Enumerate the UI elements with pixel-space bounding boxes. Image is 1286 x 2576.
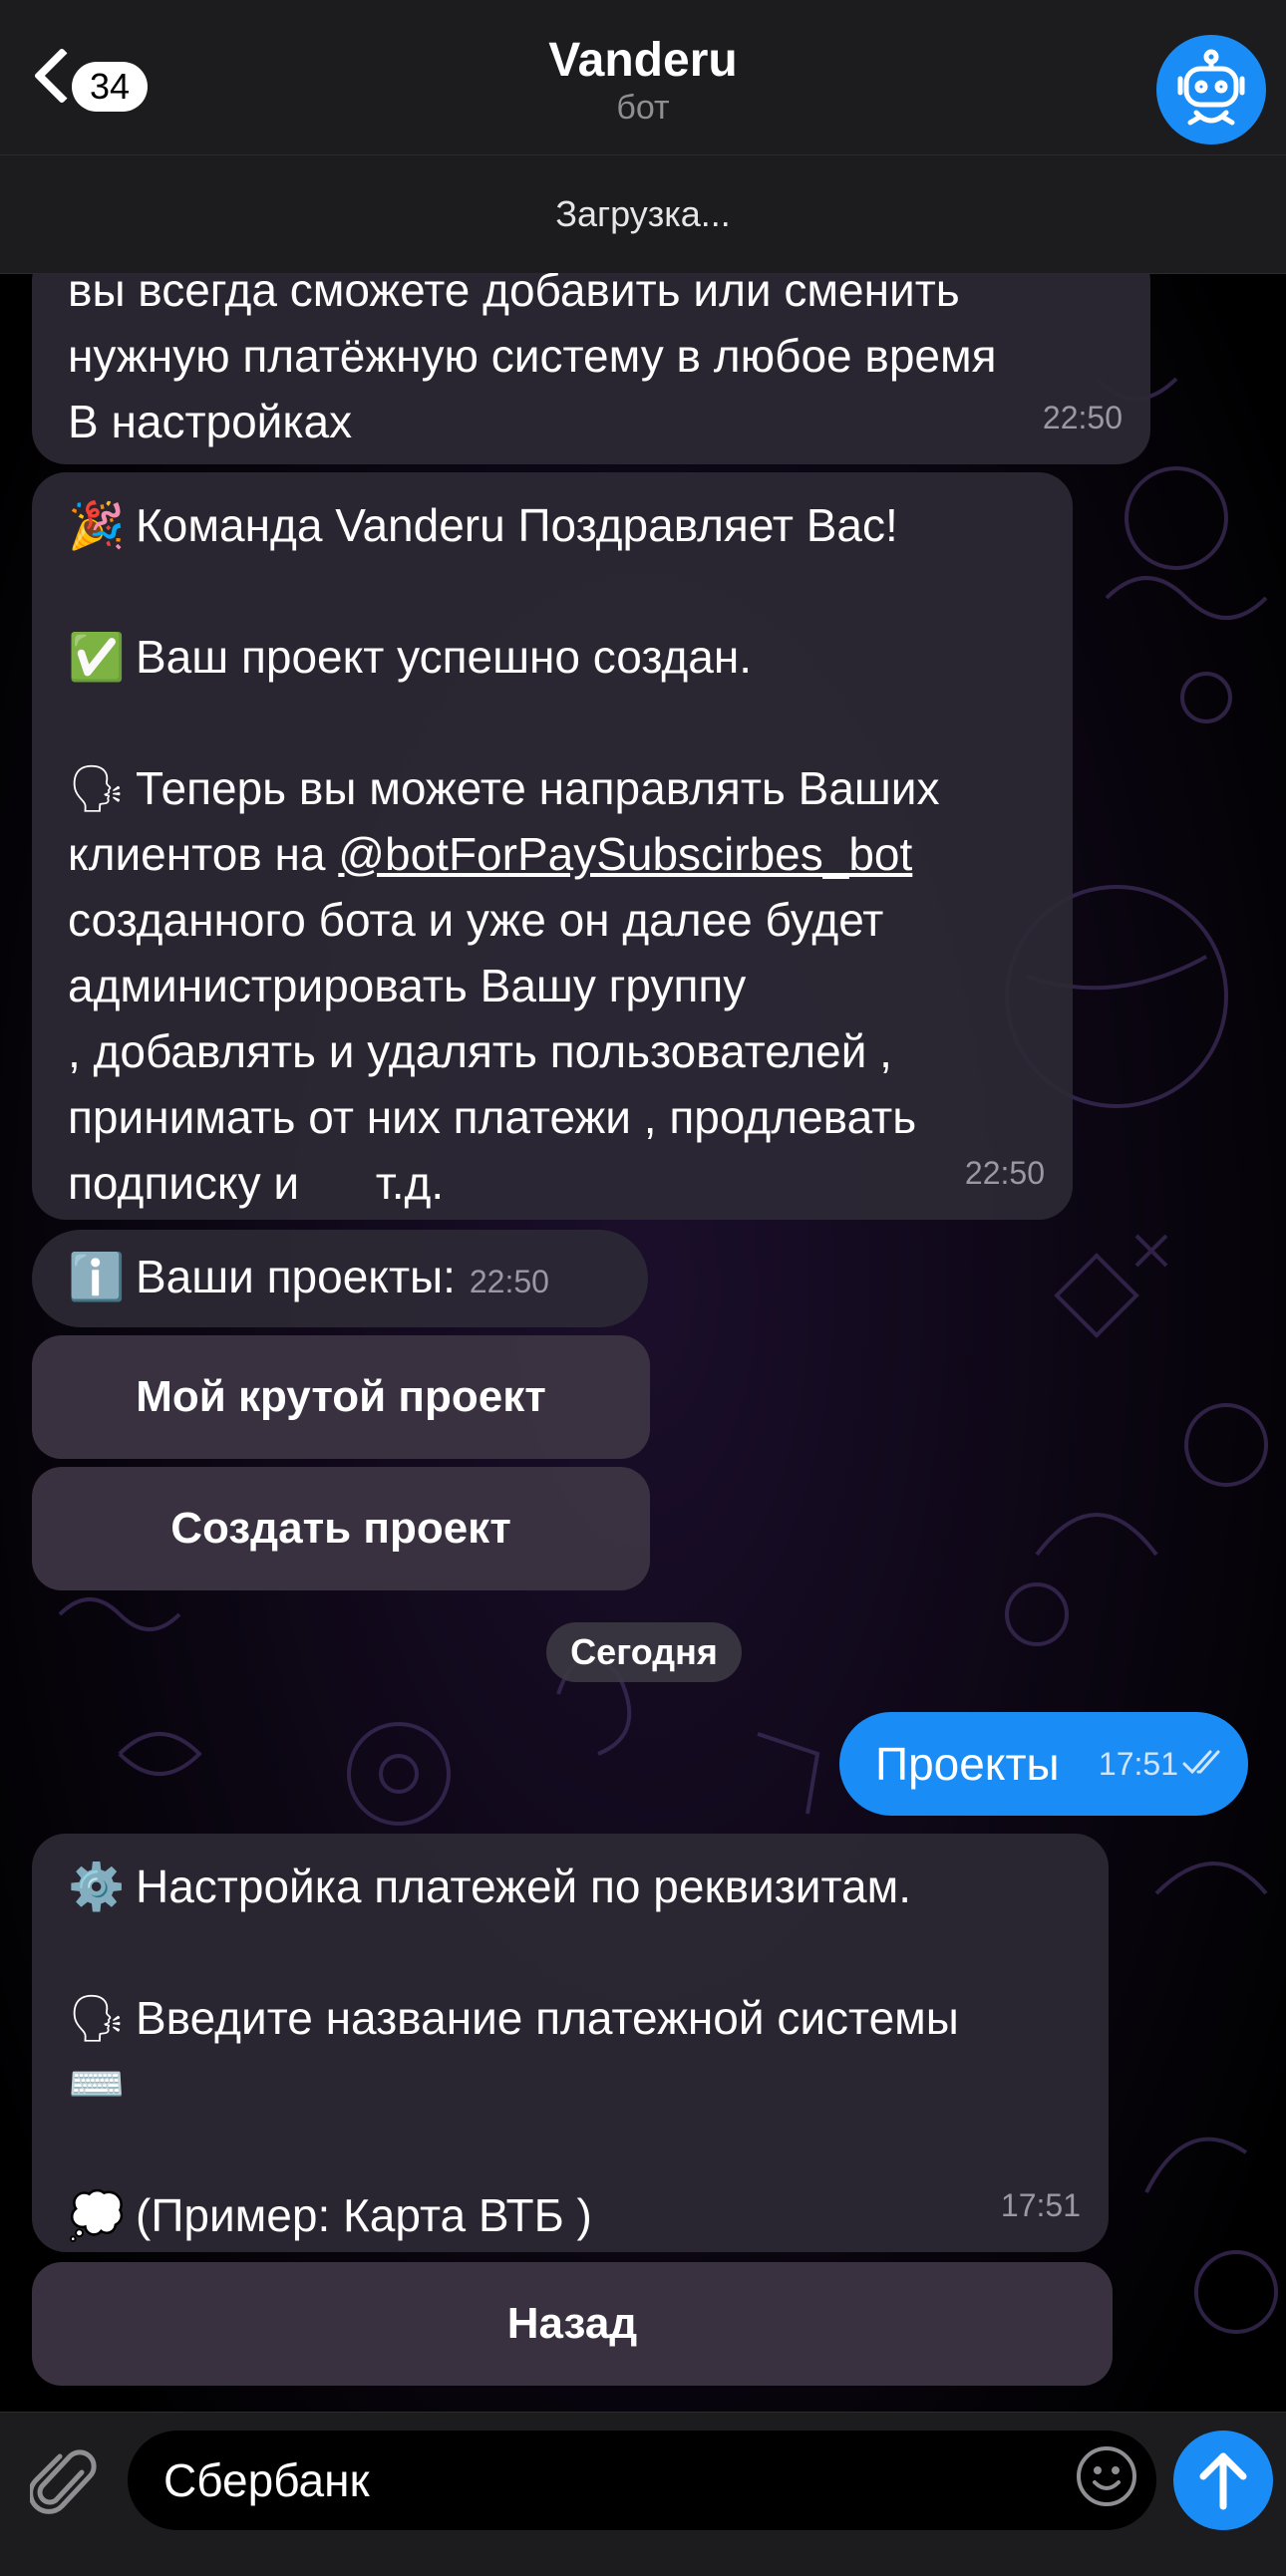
message-text: Введите название платежной системы: [136, 1992, 959, 2044]
message-text: Ваши проекты:: [136, 1251, 456, 1302]
bot-avatar[interactable]: [1156, 35, 1266, 144]
chat-subtitle: бот: [616, 89, 670, 127]
message-text: В настройках: [68, 396, 353, 447]
project-button[interactable]: Мой крутой проект: [32, 1335, 650, 1459]
message-input[interactable]: Сбербанк: [128, 2431, 1156, 2530]
message-text: клиентов на: [68, 828, 339, 880]
thought-balloon-icon: 💭: [68, 2189, 126, 2241]
message-time: 22:50: [1042, 400, 1123, 435]
message-bubble: 🎉 Команда Vanderu Поздравляет Вас! ✅ Ваш п…: [32, 472, 1073, 1220]
message-text: созданного бота и уже он далее будет: [68, 894, 884, 946]
arrow-up-icon: [1199, 2452, 1247, 2510]
message-text: Настройка платежей по реквизитам.: [136, 1860, 912, 1912]
connection-status: Загрузка...: [0, 155, 1286, 274]
message-time: 17:51: [1000, 2187, 1081, 2223]
unread-count-badge: 34: [72, 62, 149, 112]
message-input-bar: Сбербанк: [0, 2412, 1286, 2576]
message-line: ℹ️ Ваши проекты: 22:50: [68, 1244, 612, 1314]
message-text: подписку и т.д.: [68, 1157, 445, 1209]
message-text: принимать от них платежи , продлевать: [68, 1091, 917, 1143]
message-time: 17:51: [1098, 1746, 1178, 1782]
info-icon: ℹ️: [68, 1251, 126, 1302]
gear-icon: ⚙️: [68, 1860, 126, 1912]
double-check-icon: [1182, 1750, 1220, 1775]
party-popper-icon: 🎉: [68, 499, 126, 551]
message-text: , добавлять и удалять пользователей ,: [68, 1025, 892, 1077]
message-line: клиентов на @botForPaySubscirbes_bot: [68, 821, 1037, 887]
speaking-head-icon: 🗣: [68, 1992, 127, 2044]
back-inline-button[interactable]: Назад: [32, 2262, 1113, 2386]
chat-title-area[interactable]: Vanderu бот: [344, 32, 942, 128]
check-mark-icon: ✅: [68, 631, 126, 683]
bot-username-link[interactable]: @botForPaySubscirbes_bot: [338, 828, 912, 880]
send-button[interactable]: [1173, 2431, 1273, 2530]
sticker-icon[interactable]: [1075, 2444, 1138, 2508]
message-line: 🎉 Команда Vanderu Поздравляет Вас!: [68, 492, 1037, 558]
keyboard-icon: ⌨️: [68, 2058, 126, 2110]
date-separator: Сегодня: [546, 1622, 742, 1682]
speaking-head-icon: 🗣: [68, 762, 127, 814]
chat-header: 34 Vanderu бот: [0, 0, 1286, 155]
message-bubble: ⚙️ Настройка платежей по реквизитам. 🗣 Вве…: [32, 1834, 1109, 2252]
chat-title: Vanderu: [548, 34, 738, 87]
message-bubble: ℹ️ Ваши проекты: 22:50: [32, 1230, 648, 1327]
message-line: ⌨️: [68, 2051, 1073, 2117]
outgoing-message-bubble: Проекты 17:51: [839, 1712, 1248, 1816]
message-text: Проекты: [875, 1738, 1060, 1790]
message-text: Ваш проект успешно создан.: [136, 631, 753, 683]
message-time: 22:50: [964, 1155, 1045, 1191]
message-text: Команда Vanderu Поздравляет Вас!: [136, 499, 898, 551]
robot-icon: [1177, 49, 1245, 126]
message-line: 💭 (Пример: Карта ВТБ ): [68, 2182, 1073, 2248]
message-text: администрировать Вашу группу: [68, 960, 747, 1011]
create-project-button[interactable]: Создать проект: [32, 1467, 650, 1590]
paperclip-icon[interactable]: [30, 2442, 102, 2522]
message-text: Теперь вы можете направлять Ваших: [136, 762, 940, 814]
back-button[interactable]: 34: [20, 47, 179, 130]
message-line: 🗣 Теперь вы можете направлять Ваших: [68, 755, 1037, 821]
message-line: ✅ Ваш проект успешно создан.: [68, 624, 1037, 690]
message-text: (Пример: Карта ВТБ ): [136, 2189, 592, 2241]
message-time: 22:50: [469, 1264, 549, 1299]
message-bubble: вы всегда сможете добавить или сменить н…: [32, 273, 1150, 464]
message-line: ⚙️ Настройка платежей по реквизитам.: [68, 1854, 1073, 1919]
message-line: 🗣 Введите название платежной системы: [68, 1985, 1073, 2051]
message-text: нужную платёжную систему в любое время: [68, 330, 997, 382]
